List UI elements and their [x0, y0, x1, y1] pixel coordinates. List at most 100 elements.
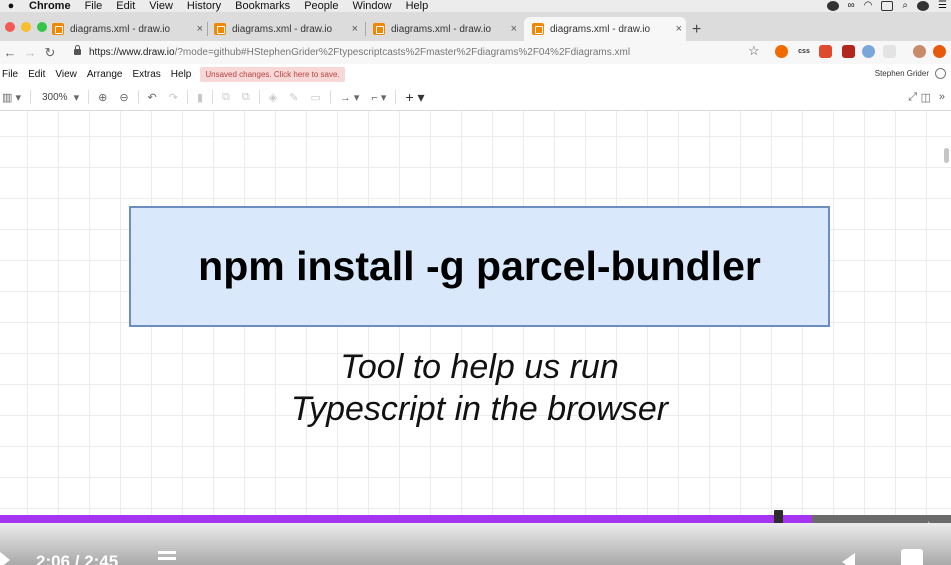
browser-tab[interactable]: diagrams.xml - draw.io ×: [373, 17, 521, 41]
notes-icon[interactable]: [901, 549, 923, 565]
vertical-scrollbar[interactable]: [944, 148, 949, 163]
forward-arrow-icon[interactable]: →: [20, 45, 40, 60]
undo-icon[interactable]: ↶: [148, 91, 157, 104]
menu-people[interactable]: People: [297, 0, 345, 12]
redo-icon[interactable]: ↷: [169, 91, 178, 104]
drawio-menu-file[interactable]: File: [0, 69, 23, 80]
drawio-toolbar: ▥ ▾ 300% ▾ ⊕ ⊖ ↶ ↷ ▮ ⧉ ⧉ ◈ ✎ ▭ → ▾ ⌐ ▾ +…: [0, 84, 951, 111]
drawio-favicon-icon: [373, 23, 385, 35]
extension-icon[interactable]: [933, 45, 946, 58]
drawio-menu-edit[interactable]: Edit: [23, 69, 50, 80]
mac-menubar: ● Chrome File Edit View History Bookmark…: [0, 0, 951, 12]
globe-icon[interactable]: [935, 68, 946, 79]
browser-tab[interactable]: diagrams.xml - draw.io ×: [214, 17, 362, 41]
connection-icon[interactable]: → ▾: [340, 91, 360, 104]
tab-title: diagrams.xml - draw.io: [232, 23, 333, 35]
reload-icon[interactable]: ↻: [40, 45, 60, 61]
close-tab-icon[interactable]: ×: [352, 23, 358, 35]
delete-icon[interactable]: ▮: [197, 91, 203, 104]
zoom-in-icon[interactable]: ⊕: [98, 91, 107, 104]
menu-edit[interactable]: Edit: [109, 0, 142, 12]
menu-help[interactable]: Help: [399, 0, 436, 12]
window-controls: [5, 22, 47, 32]
unsaved-changes-button[interactable]: Unsaved changes. Click here to save.: [200, 66, 345, 82]
chevron-down-icon: ▾: [73, 91, 80, 104]
video-controls: 2:06 / 2:45: [0, 523, 951, 565]
fill-color-icon[interactable]: ◈: [269, 91, 277, 104]
minimize-window-button[interactable]: [21, 22, 31, 32]
fullscreen-window-button[interactable]: [37, 22, 47, 32]
diagram-canvas[interactable]: npm install -g parcel-bundler Tool to he…: [0, 111, 951, 515]
drawio-menu-view[interactable]: View: [50, 69, 82, 80]
collapse-icon[interactable]: »: [939, 91, 945, 103]
video-progress-bar[interactable]: [0, 510, 951, 528]
drawio-favicon-icon: [214, 23, 226, 35]
extension-icon[interactable]: [862, 45, 875, 58]
profile-avatar[interactable]: [913, 45, 926, 58]
glasses-icon[interactable]: ∞: [848, 0, 855, 12]
spotlight-search-icon[interactable]: ⌕: [902, 0, 908, 12]
to-front-icon[interactable]: ⧉: [222, 91, 230, 104]
caption-line-1: Tool to help us run: [340, 348, 619, 386]
apple-icon[interactable]: ●: [0, 0, 22, 12]
menu-history[interactable]: History: [180, 0, 228, 12]
caption-line-2: Typescript in the browser: [290, 390, 669, 428]
css-extension-icon[interactable]: css: [796, 45, 812, 58]
drawio-menu-arrange[interactable]: Arrange: [82, 69, 128, 80]
waypoints-icon[interactable]: ⌐ ▾: [371, 91, 386, 104]
diagram-shape-box[interactable]: npm install -g parcel-bundler: [129, 206, 830, 327]
line-color-icon[interactable]: ✎: [289, 91, 298, 104]
menu-window[interactable]: Window: [345, 0, 398, 12]
lock-icon: [74, 45, 81, 55]
transcript-icon[interactable]: [158, 551, 176, 563]
url-path: /?mode=github#HStephenGrider%2Ftypescrip…: [174, 46, 631, 58]
extension-icon[interactable]: [775, 45, 788, 58]
screen: ● Chrome File Edit View History Bookmark…: [0, 0, 951, 565]
browser-tab-strip: diagrams.xml - draw.io × diagrams.xml - …: [0, 12, 951, 41]
drawio-favicon-icon: [52, 23, 64, 35]
drawio-menu-help[interactable]: Help: [166, 69, 197, 80]
menu-file[interactable]: File: [78, 0, 110, 12]
close-tab-icon[interactable]: ×: [197, 23, 203, 35]
app-status-icon[interactable]: [826, 1, 839, 11]
format-panel-icon[interactable]: ▥ ▾: [2, 91, 21, 104]
menu-view[interactable]: View: [142, 0, 180, 12]
format-toggle-icon[interactable]: ◫: [921, 91, 931, 104]
drawio-favicon-icon: [532, 23, 544, 35]
menu-bookmarks[interactable]: Bookmarks: [228, 0, 297, 12]
close-window-button[interactable]: [5, 22, 15, 32]
video-time: 2:06 / 2:45: [36, 552, 119, 565]
zoom-out-icon[interactable]: ⊖: [119, 91, 128, 104]
back-arrow-icon[interactable]: ←: [0, 45, 20, 60]
battery-icon[interactable]: [881, 1, 894, 11]
diagram-caption[interactable]: Tool to help us run Typescript in the br…: [129, 346, 830, 430]
wifi-icon[interactable]: ◠: [864, 0, 873, 12]
drawio-menu-extras[interactable]: Extras: [127, 69, 165, 80]
notification-center-icon[interactable]: ☰: [938, 0, 947, 12]
extension-icon[interactable]: [883, 45, 896, 58]
close-tab-icon[interactable]: ×: [676, 23, 682, 35]
close-tab-icon[interactable]: ×: [511, 23, 517, 35]
menu-app-name[interactable]: Chrome: [22, 0, 78, 12]
url-host: https://www.draw.io: [89, 46, 175, 58]
user-name[interactable]: Stephen Grider: [875, 69, 929, 78]
siri-icon[interactable]: [917, 1, 930, 11]
fullscreen-icon[interactable]: ⤢: [908, 91, 917, 104]
new-tab-icon[interactable]: +: [692, 21, 701, 39]
address-bar[interactable]: https://www.draw.io/?mode=github#HStephe…: [62, 42, 767, 62]
play-icon[interactable]: [0, 552, 10, 565]
tab-title: diagrams.xml - draw.io: [550, 23, 651, 35]
extension-icon[interactable]: [842, 45, 855, 58]
browser-tab[interactable]: diagrams.xml - draw.io ×: [52, 17, 207, 41]
zoom-level-dropdown[interactable]: 300%: [42, 92, 68, 103]
bookmark-star-icon[interactable]: ☆: [748, 43, 760, 59]
box-label: npm install -g parcel-bundler: [198, 243, 761, 289]
insert-plus-icon[interactable]: + ▾: [405, 89, 424, 106]
tab-title: diagrams.xml - draw.io: [391, 23, 492, 35]
extension-icon[interactable]: [819, 45, 832, 58]
shadow-icon[interactable]: ▭: [310, 91, 320, 104]
browser-tab-active[interactable]: diagrams.xml - draw.io ×: [524, 17, 686, 41]
status-icons: ∞ ◠ ⌕ ☰: [826, 0, 947, 12]
to-back-icon[interactable]: ⧉: [242, 91, 250, 104]
volume-icon[interactable]: [842, 553, 855, 565]
